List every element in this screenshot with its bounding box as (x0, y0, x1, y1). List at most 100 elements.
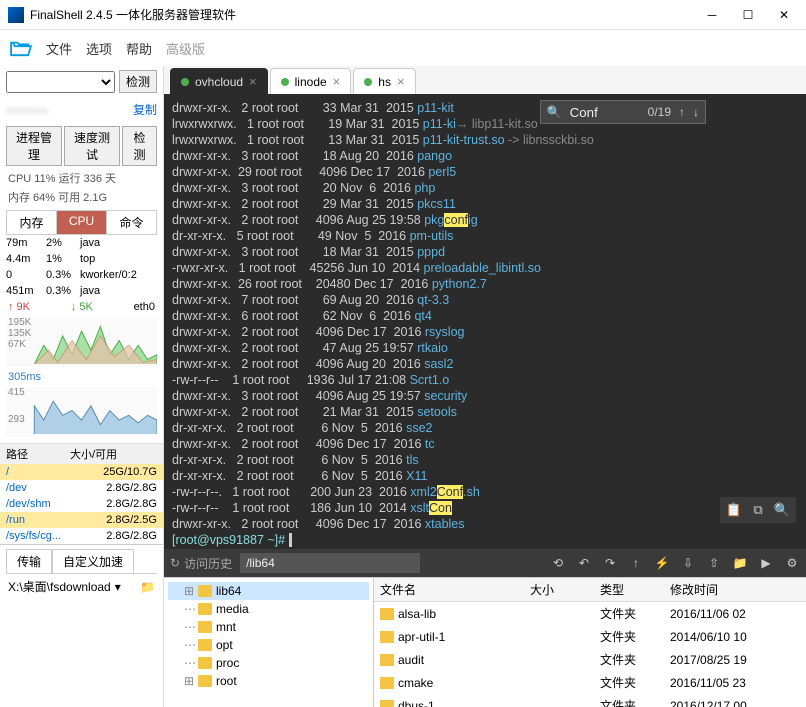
terminal-line: drwxr-xr-x. 6 root root 62 Nov 6 2016 qt… (172, 308, 798, 324)
terminal-line: drwxr-xr-x. 2 root root 4096 Dec 17 2016… (172, 436, 798, 452)
terminal-line: drwxr-xr-x. 2 root root 4096 Aug 20 2016… (172, 356, 798, 372)
search-prev-icon[interactable]: ↑ (679, 104, 685, 120)
play-icon[interactable]: ▶ (758, 556, 774, 570)
process-row[interactable]: 79m2%java (6, 235, 157, 251)
col-name[interactable]: 文件名 (374, 581, 524, 598)
chevron-down-icon[interactable]: ▾ (115, 580, 121, 594)
speed-test-button[interactable]: 速度测试 (64, 126, 120, 166)
detect-button[interactable]: 检测 (119, 70, 157, 93)
file-row[interactable]: alsa-lib文件夹2016/11/06 02 (374, 602, 806, 625)
open-folder-icon[interactable]: 📁 (140, 580, 155, 594)
terminal-line: drwxr-xr-x. 3 root root 4096 Aug 25 19:5… (172, 388, 798, 404)
search-input[interactable] (570, 105, 640, 120)
host-select[interactable] (6, 71, 115, 93)
prompt: [root@vps91887 ~]# (172, 533, 289, 547)
terminal-line: -rw-r--r--. 1 root root 200 Jun 23 2016 … (172, 484, 798, 500)
close-tab-icon[interactable]: × (333, 74, 341, 89)
terminal-line: drwxr-xr-x. 2 root root 4096 Dec 17 2016… (172, 324, 798, 340)
process-row[interactable]: 451m0.3%java (6, 283, 157, 299)
tree-node[interactable]: ⊞root (168, 672, 369, 690)
tree-node[interactable]: ⊞lib64 (168, 582, 369, 600)
terminal-line: -rw-r--r-- 1 root root 1936 Jul 17 21:08… (172, 372, 798, 388)
find-icon[interactable]: 🔍 (771, 500, 793, 520)
disk-row[interactable]: /dev/shm2.8G/2.8G (0, 496, 163, 512)
close-tab-icon[interactable]: × (249, 74, 257, 89)
tree-node[interactable]: ⋯proc (168, 654, 369, 672)
tab-accel[interactable]: 自定义加速 (52, 549, 134, 573)
tab-mem[interactable]: 内存 (7, 211, 57, 234)
folder-open-icon[interactable] (10, 39, 32, 57)
terminal-line: drwxr-xr-x. 3 root root 20 Nov 6 2016 ph… (172, 180, 798, 196)
terminal-line: drwxr-xr-x. 29 root root 4096 Dec 17 201… (172, 164, 798, 180)
app-icon (8, 7, 24, 23)
copy-icon[interactable]: ⧉ (747, 500, 769, 520)
terminal-line: -rw-r--r-- 1 root root 186 Jun 10 2014 x… (172, 500, 798, 516)
minimize-button[interactable]: ─ (698, 5, 726, 25)
history-button[interactable]: ↻ 访问历史 (170, 555, 232, 572)
terminal[interactable]: 🔍 0/19 ↑ ↓ drwxr-xr-x. 2 root root 33 Ma… (164, 94, 806, 549)
bolt-icon[interactable]: ⚡ (654, 556, 670, 570)
maximize-button[interactable]: ☐ (734, 5, 762, 25)
host-label: xxxxxxx (6, 103, 48, 117)
col-size[interactable]: 大小 (524, 581, 594, 598)
ping-chart: 415293 (6, 387, 157, 437)
file-list: 文件名 大小 类型 修改时间 alsa-lib文件夹2016/11/06 02a… (374, 578, 806, 707)
refresh-icon[interactable]: ⟲ (550, 556, 566, 570)
col-type[interactable]: 类型 (594, 581, 664, 598)
cpu-stats: CPU 11% 运行 336 天 (0, 170, 163, 189)
disk-row[interactable]: /sys/fs/cg...2.8G/2.8G (0, 528, 163, 544)
tree-node[interactable]: ⋯media (168, 600, 369, 618)
local-path[interactable]: X:\桌面\fsdownload (8, 578, 111, 595)
disk-table: 路径大小/可用 /25G/10.7G/dev2.8G/2.8G/dev/shm2… (0, 443, 163, 544)
terminal-line: drwxr-xr-x. 2 root root 21 Mar 31 2015 s… (172, 404, 798, 420)
terminal-tab[interactable]: ovhcloud× (170, 68, 268, 94)
remote-path-input[interactable] (240, 553, 420, 573)
tab-cmd[interactable]: 命令 (107, 211, 156, 234)
menu-file[interactable]: 文件 (46, 39, 72, 58)
disk-row[interactable]: /run2.8G/2.5G (0, 512, 163, 528)
search-next-icon[interactable]: ↓ (693, 104, 699, 120)
copy-link[interactable]: 复制 (133, 101, 157, 118)
close-tab-icon[interactable]: × (397, 74, 405, 89)
remote-tree[interactable]: ⊞lib64⋯media⋯mnt⋯opt⋯proc⊞root (164, 578, 374, 707)
close-button[interactable]: ✕ (770, 5, 798, 25)
menu-help[interactable]: 帮助 (126, 39, 152, 58)
new-folder-icon[interactable]: 📁 (732, 556, 748, 570)
tab-cpu[interactable]: CPU (57, 211, 107, 234)
tree-node[interactable]: ⋯opt (168, 636, 369, 654)
download-icon[interactable]: ⇩ (680, 556, 696, 570)
terminal-line: drwxr-xr-x. 3 root root 18 Mar 31 2015 p… (172, 244, 798, 260)
upload-icon[interactable]: ⇧ (706, 556, 722, 570)
file-row[interactable]: audit文件夹2017/08/25 19 (374, 648, 806, 671)
terminal-line: drwxr-xr-x. 2 root root 4096 Dec 17 2016… (172, 516, 798, 532)
forward-icon[interactable]: ↷ (602, 556, 618, 570)
mem-stats: 内存 64% 可用 2.1G (0, 189, 163, 208)
terminal-line: dr-xr-xr-x. 2 root root 6 Nov 5 2016 tls (172, 452, 798, 468)
terminal-line: drwxr-xr-x. 2 root root 47 Aug 25 19:57 … (172, 340, 798, 356)
paste-icon[interactable]: 📋 (723, 500, 745, 520)
menu-options[interactable]: 选项 (86, 39, 112, 58)
tree-node[interactable]: ⋯mnt (168, 618, 369, 636)
disk-row[interactable]: /25G/10.7G (0, 464, 163, 480)
menu-pro[interactable]: 高级版 (166, 39, 205, 58)
gear-icon[interactable]: ⚙ (784, 556, 800, 570)
up-icon[interactable]: ↑ (628, 556, 644, 570)
terminal-line: drwxr-xr-x. 2 root root 4096 Aug 25 19:5… (172, 212, 798, 228)
net-up: ↑ 9K (8, 301, 30, 313)
file-row[interactable]: dbus-1文件夹2016/12/17 00 (374, 694, 806, 707)
file-row[interactable]: apr-util-1文件夹2014/06/10 10 (374, 625, 806, 648)
terminal-line: -rwxr-xr-x. 1 root root 45256 Jun 10 201… (172, 260, 798, 276)
process-row[interactable]: 4.4m1%top (6, 251, 157, 267)
terminal-tab[interactable]: linode× (270, 68, 352, 94)
proc-mgr-button[interactable]: 进程管理 (6, 126, 62, 166)
col-date[interactable]: 修改时间 (664, 581, 806, 598)
detect2-button[interactable]: 检测 (122, 126, 157, 166)
file-row[interactable]: cmake文件夹2016/11/05 23 (374, 671, 806, 694)
search-icon: 🔍 (547, 104, 562, 120)
back-icon[interactable]: ↶ (576, 556, 592, 570)
disk-row[interactable]: /dev2.8G/2.8G (0, 480, 163, 496)
process-row[interactable]: 00.3%kworker/0:2 (6, 267, 157, 283)
terminal-line: dr-xr-xr-x. 2 root root 6 Nov 5 2016 X11 (172, 468, 798, 484)
terminal-tab[interactable]: hs× (353, 68, 415, 94)
tab-transfer[interactable]: 传输 (6, 549, 52, 573)
